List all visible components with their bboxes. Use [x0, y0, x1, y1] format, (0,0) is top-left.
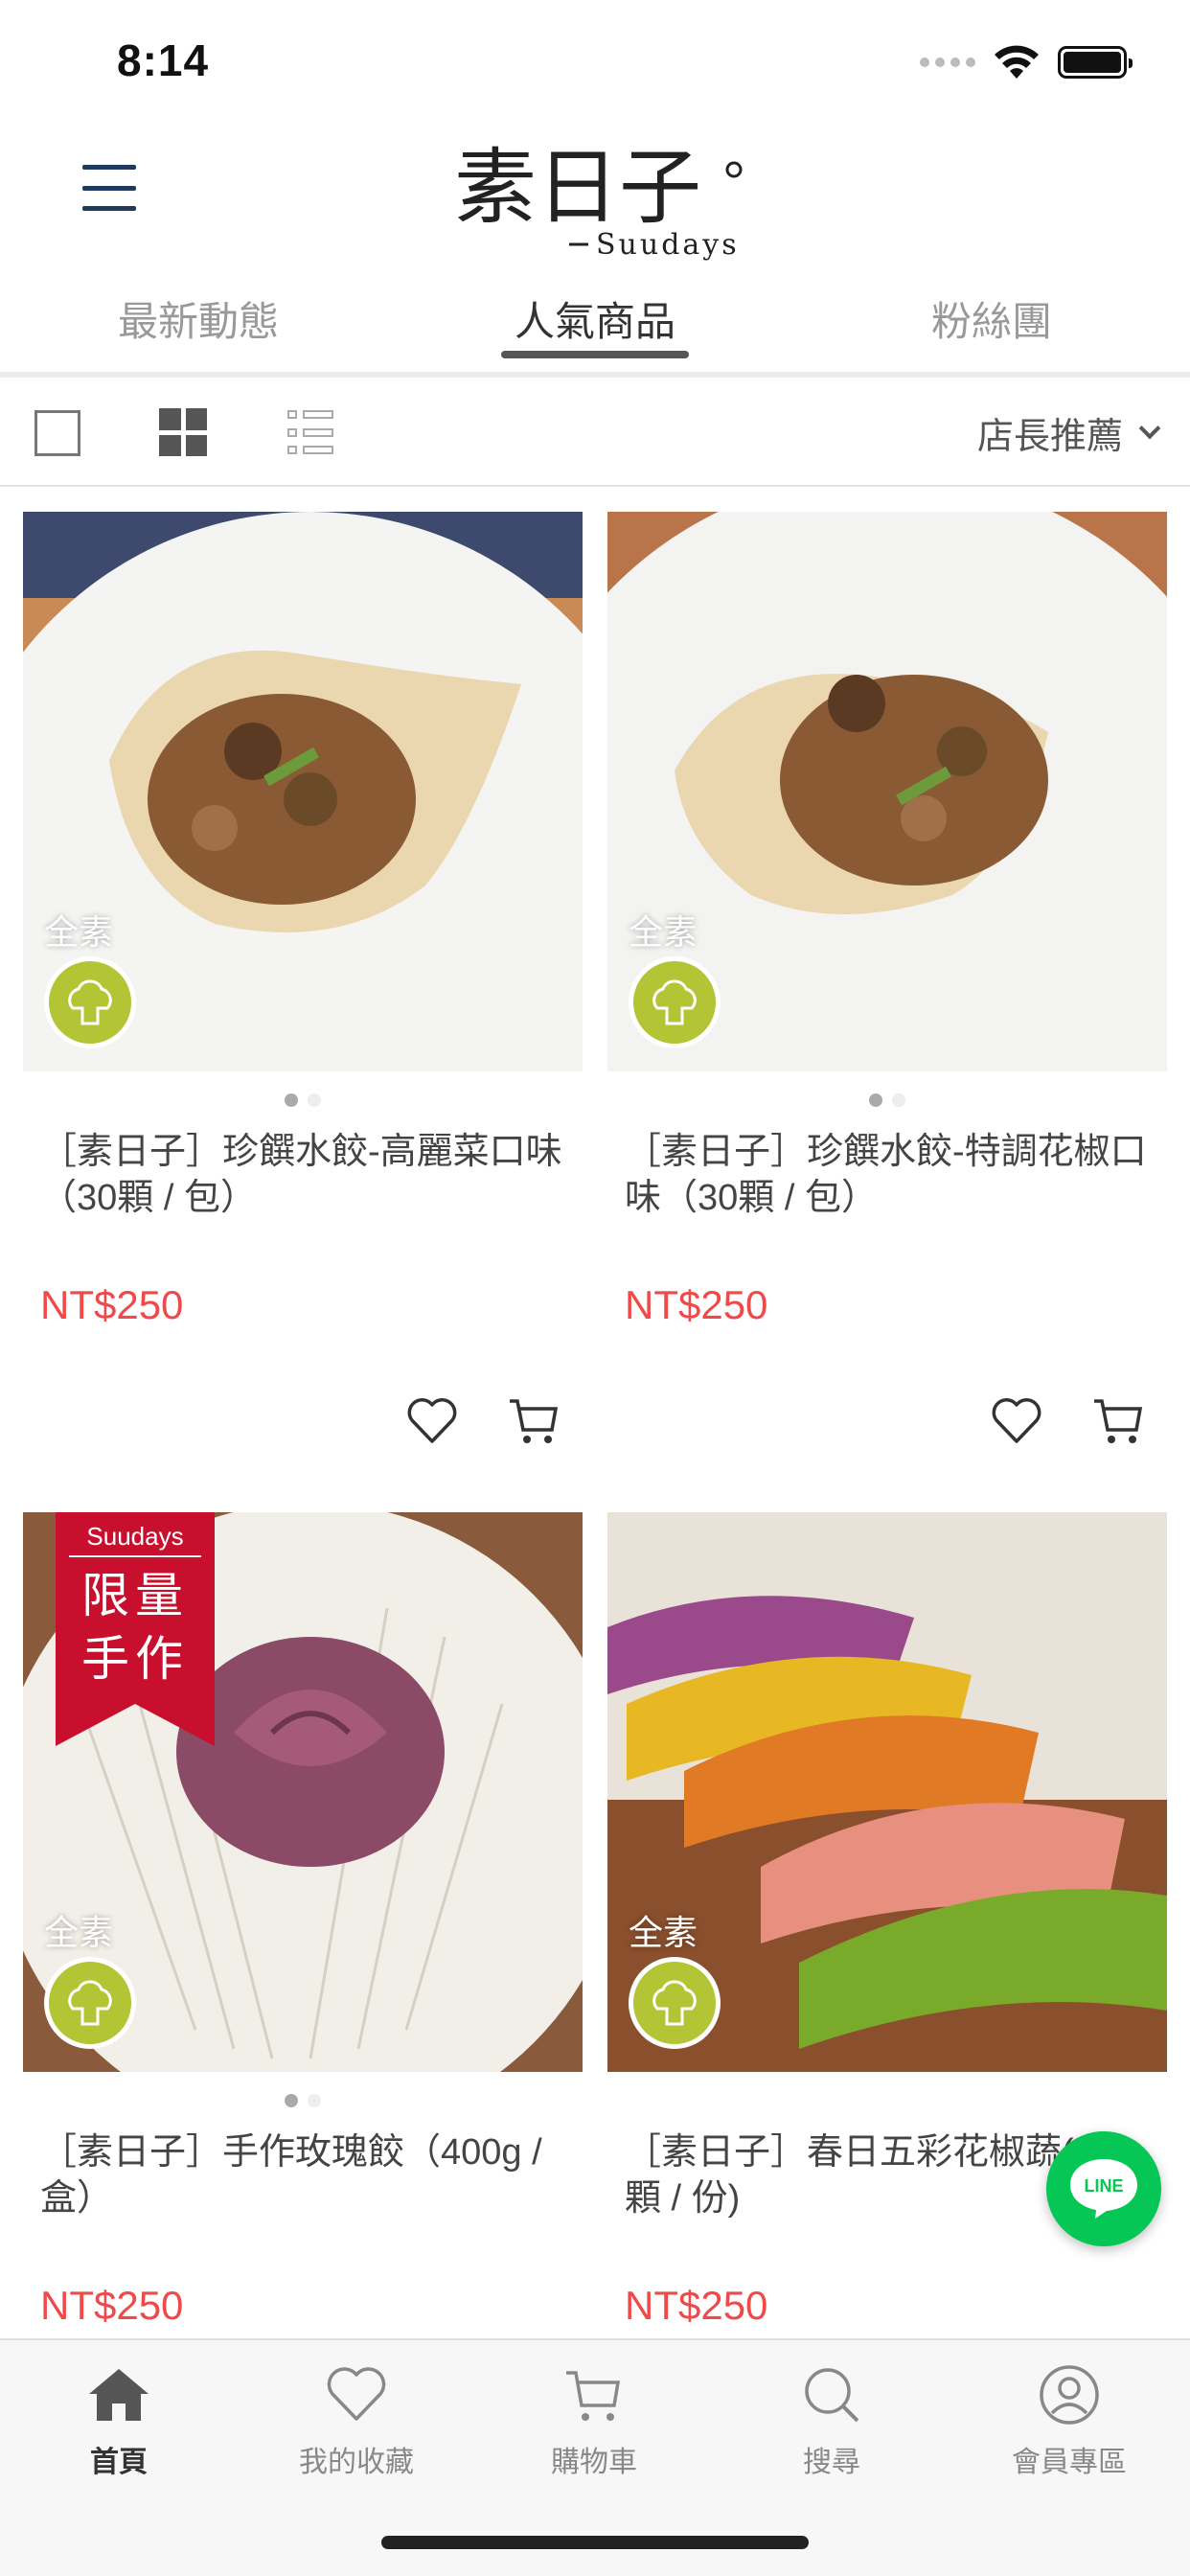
sort-dropdown[interactable]: 店長推薦	[976, 406, 1161, 459]
line-icon: LINE	[1070, 2159, 1137, 2219]
heart-icon	[327, 2367, 386, 2421]
signal-icon	[920, 58, 975, 67]
image-pager	[23, 1071, 583, 1129]
nav-label: 會員專區	[1012, 2447, 1127, 2478]
product-card[interactable]: 全素 ［素日子］珍饌水餃-特調花椒口味（30顆 / 包） NT$250	[607, 512, 1167, 1443]
single-view-icon[interactable]	[34, 410, 80, 456]
nav-cart[interactable]: 購物車	[489, 2361, 699, 2480]
image-pager	[23, 2072, 583, 2129]
product-title[interactable]: ［素日子］珍饌水餃-高麗菜口味（30顆 / 包）	[23, 1129, 583, 1282]
product-card[interactable]: Suudays 限量 手作 全素 ［素日子］手作玫瑰餃（400g / 盒） NT…	[23, 1512, 583, 2365]
nav-label: 我的收藏	[299, 2447, 414, 2478]
product-image[interactable]: Suudays 限量 手作 全素	[23, 1512, 583, 2072]
product-title[interactable]: ［素日子］珍饌水餃-特調花椒口味（30顆 / 包）	[607, 1129, 1167, 1282]
ribbon-brand: Suudays	[86, 1522, 183, 1551]
line-chat-button[interactable]: LINE	[1046, 2131, 1161, 2246]
limited-handmade-ribbon: Suudays 限量 手作	[56, 1512, 215, 1746]
nav-search[interactable]: 搜尋	[726, 2361, 937, 2480]
broccoli-icon	[629, 1957, 721, 2049]
battery-icon	[1058, 46, 1133, 79]
menu-icon[interactable]	[82, 165, 136, 211]
tab-bar: 最新動態 人氣商品 粉絲團	[0, 278, 1190, 374]
status-icons	[920, 44, 1133, 80]
ribbon-line-2: 手作	[81, 1631, 189, 1687]
tab-fan-page[interactable]: 粉絲團	[793, 278, 1190, 374]
broccoli-icon	[44, 1957, 136, 2049]
wifi-icon	[995, 45, 1039, 79]
brand-logo[interactable]: 素日子 Suudays	[450, 120, 757, 264]
nav-label: 購物車	[551, 2447, 637, 2478]
view-toolbar: 店長推薦	[0, 378, 1190, 487]
app-header: 素日子 Suudays	[0, 115, 1190, 268]
image-pager	[607, 2072, 1167, 2129]
chevron-down-icon	[1138, 417, 1161, 439]
user-icon	[1040, 2365, 1099, 2425]
broccoli-icon	[44, 956, 136, 1048]
veg-label: 全素	[44, 912, 114, 952]
nav-label: 首頁	[90, 2447, 148, 2478]
veg-label: 全素	[44, 1913, 114, 1952]
tab-popular-products[interactable]: 人氣商品	[397, 278, 793, 374]
nav-label: 搜尋	[803, 2447, 860, 2478]
cart-icon[interactable]	[504, 1392, 563, 1451]
ribbon-line-1: 限量	[81, 1568, 189, 1623]
veg-label: 全素	[629, 1913, 698, 1952]
logo-script: 素日子	[454, 140, 701, 236]
status-bar: 8:14	[0, 0, 1190, 134]
product-price: NT$250	[625, 1282, 768, 1327]
product-image[interactable]: 全素	[23, 512, 583, 1071]
product-card[interactable]: 全素 ［素日子］珍饌水餃-高麗菜口味（30顆 / 包） NT$250	[23, 512, 583, 1443]
search-icon	[805, 2368, 859, 2423]
product-image[interactable]: 全素	[607, 1512, 1167, 2072]
broccoli-icon	[629, 956, 721, 1048]
heart-icon[interactable]	[987, 1392, 1046, 1451]
image-pager	[607, 1071, 1167, 1129]
logo-text: Suudays	[596, 228, 740, 262]
nav-home[interactable]: 首頁	[13, 2361, 224, 2480]
home-icon	[89, 2369, 149, 2421]
product-image[interactable]: 全素	[607, 512, 1167, 1071]
product-title[interactable]: ［素日子］手作玫瑰餃（400g / 盒）	[23, 2129, 583, 2283]
nav-favorites[interactable]: 我的收藏	[251, 2361, 462, 2480]
tab-news[interactable]: 最新動態	[0, 278, 397, 374]
sort-label: 店長推薦	[976, 417, 1123, 457]
home-indicator	[381, 2536, 809, 2549]
list-view-icon[interactable]	[287, 410, 333, 454]
status-time: 8:14	[117, 35, 210, 85]
product-price: NT$250	[40, 1282, 184, 1327]
veg-label: 全素	[629, 912, 698, 952]
nav-member[interactable]: 會員專區	[964, 2361, 1175, 2480]
grid-view-icon[interactable]	[159, 408, 207, 456]
cart-icon[interactable]	[1088, 1392, 1148, 1451]
cart-icon	[566, 2371, 621, 2421]
line-label: LINE	[1084, 2176, 1123, 2196]
heart-icon[interactable]	[402, 1392, 462, 1451]
